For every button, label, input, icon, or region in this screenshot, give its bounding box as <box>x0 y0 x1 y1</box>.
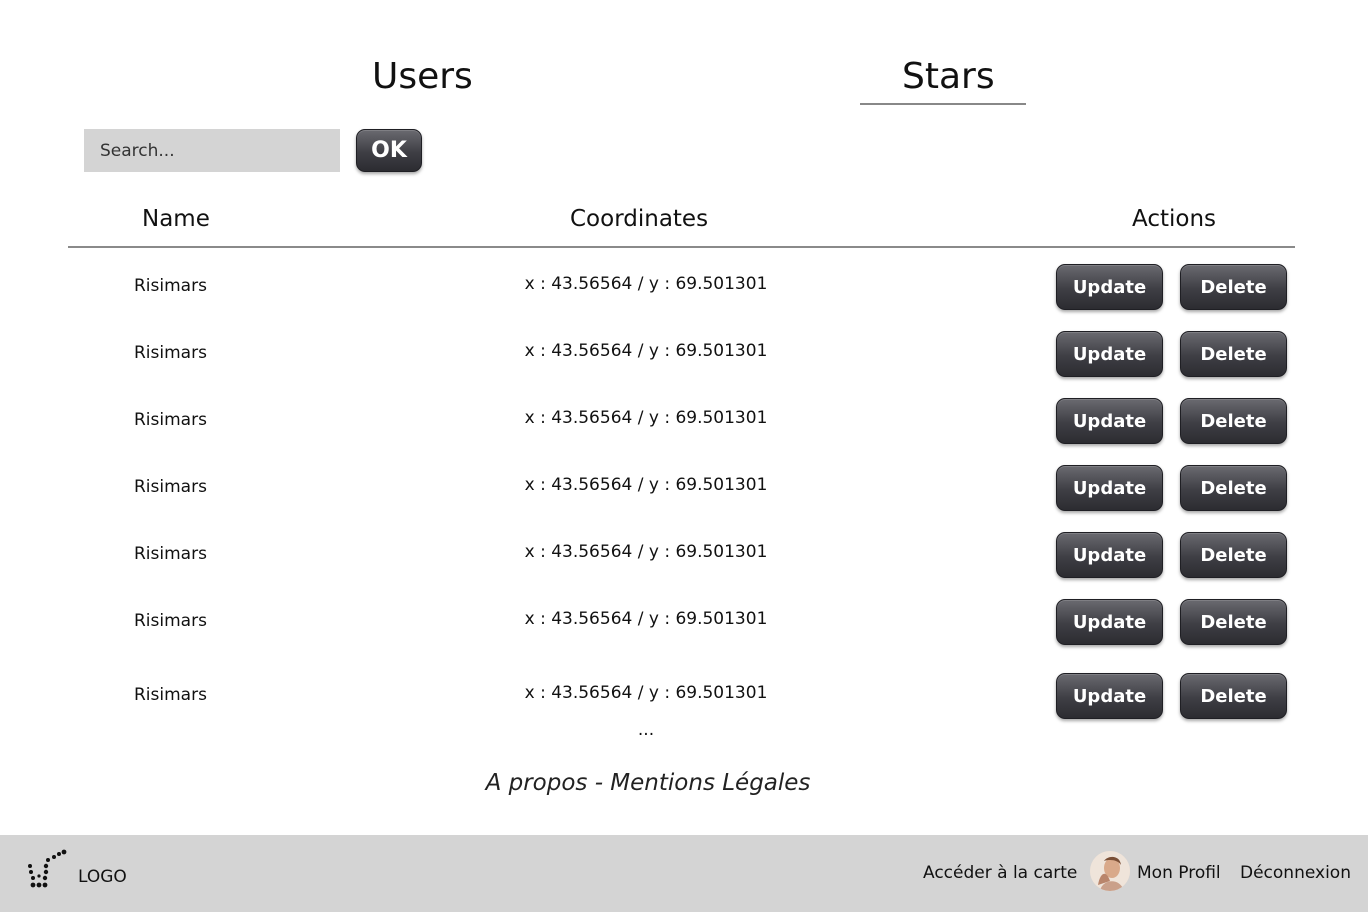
table-row: Risimars x : 43.56564 / y : 69.501301 Up… <box>0 398 1368 446</box>
table-row: Risimars x : 43.56564 / y : 69.501301 Up… <box>0 264 1368 312</box>
avatar[interactable] <box>1090 851 1130 891</box>
delete-button[interactable]: Delete <box>1180 264 1287 310</box>
tab-stars[interactable]: Stars <box>902 56 995 97</box>
table-row: Risimars x : 43.56564 / y : 69.501301 Up… <box>0 532 1368 580</box>
logo-text: LOGO <box>78 867 127 887</box>
delete-button[interactable]: Delete <box>1180 532 1287 578</box>
column-header-coordinates: Coordinates <box>570 206 709 232</box>
update-button[interactable]: Update <box>1056 673 1163 719</box>
update-button[interactable]: Update <box>1056 264 1163 310</box>
tab-users[interactable]: Users <box>372 56 473 97</box>
update-button[interactable]: Update <box>1056 398 1163 444</box>
update-button[interactable]: Update <box>1056 532 1163 578</box>
delete-button[interactable]: Delete <box>1180 398 1287 444</box>
legal-link[interactable]: A propos - Mentions Légales <box>0 770 1296 796</box>
table-row: Risimars x : 43.56564 / y : 69.501301 Up… <box>0 465 1368 513</box>
update-button[interactable]: Update <box>1056 599 1163 645</box>
delete-button[interactable]: Delete <box>1180 465 1287 511</box>
map-link[interactable]: Accéder à la carte <box>923 863 1077 883</box>
delete-button[interactable]: Delete <box>1180 331 1287 377</box>
profile-link[interactable]: Mon Profil <box>1137 863 1221 883</box>
update-button[interactable]: Update <box>1056 465 1163 511</box>
header-divider <box>68 246 1295 248</box>
ok-button[interactable]: OK <box>356 129 422 172</box>
search-input[interactable] <box>84 129 340 172</box>
logo-icon[interactable] <box>26 848 70 892</box>
table-row: Risimars x : 43.56564 / y : 69.501301 Up… <box>0 673 1368 721</box>
update-button[interactable]: Update <box>1056 331 1163 377</box>
more-rows-indicator: ... <box>637 720 655 740</box>
logout-link[interactable]: Déconnexion <box>1240 863 1351 883</box>
delete-button[interactable]: Delete <box>1180 673 1287 719</box>
delete-button[interactable]: Delete <box>1180 599 1287 645</box>
column-header-name: Name <box>142 206 210 232</box>
active-tab-indicator <box>860 103 1026 105</box>
table-row: Risimars x : 43.56564 / y : 69.501301 Up… <box>0 331 1368 379</box>
table-row: Risimars x : 43.56564 / y : 69.501301 Up… <box>0 599 1368 647</box>
footer-bar: LOGO Accéder à la carte Mon Profil Décon… <box>0 835 1368 912</box>
column-header-actions: Actions <box>1132 206 1217 232</box>
